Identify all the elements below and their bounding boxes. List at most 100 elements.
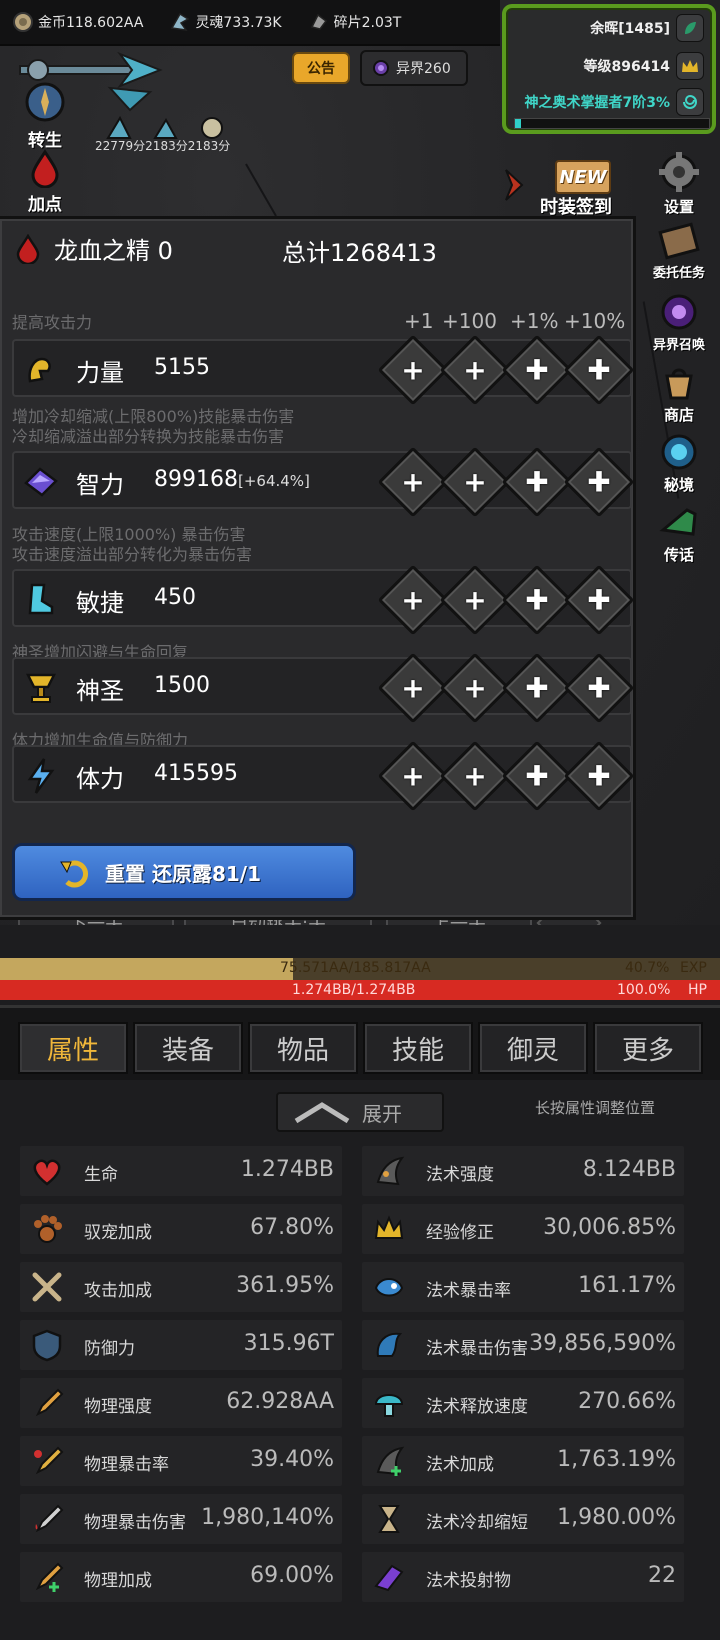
attribute-value: 39,856,590% (529, 1331, 676, 1356)
attribute-row[interactable]: 法术暴击伤害 39,856,590% (362, 1320, 684, 1370)
add-1pct-button[interactable]: ✚ (501, 564, 573, 636)
attribute-row[interactable]: 经验修正 30,006.85% (362, 1204, 684, 1254)
add-1pct-button[interactable]: ✚ (501, 740, 573, 812)
attribute-row[interactable]: 攻击加成 361.95% (20, 1262, 342, 1312)
attribute-name: 驭宠加成 (84, 1223, 152, 1243)
realm-button[interactable]: 异界260 (360, 50, 468, 86)
rebirth-icon (25, 82, 65, 122)
attribute-row[interactable]: 法术释放速度 270.66% (362, 1378, 684, 1428)
tab-more[interactable]: 更多 (593, 1022, 703, 1074)
stat-value: 5155 (154, 355, 210, 380)
tab-spirits[interactable]: 御灵 (478, 1022, 588, 1074)
add-100-button[interactable]: + (439, 564, 511, 636)
add-100-button[interactable]: + (439, 740, 511, 812)
add-10pct-button[interactable]: ✚ (563, 564, 635, 636)
add-1pct-button[interactable]: ✚ (501, 446, 573, 518)
strength-arm-icon (28, 357, 51, 383)
add-1-button[interactable]: + (377, 334, 449, 406)
tab-items[interactable]: 物品 (248, 1022, 358, 1074)
col-plus100: +100 (442, 309, 497, 333)
heart-icon (33, 1159, 61, 1186)
add-100-button[interactable]: + (439, 446, 511, 518)
level-panel[interactable]: 余晖[1485] 等级896414 神之奥术掌握者7阶3% (502, 4, 716, 134)
exp-bar-fill (0, 958, 294, 980)
tab-attributes[interactable]: 属性 (18, 1022, 128, 1074)
tab-skills[interactable]: 技能 (363, 1022, 473, 1074)
add-1-button[interactable]: + (377, 564, 449, 636)
attribute-value: 1.274BB (240, 1157, 334, 1182)
attribute-value: 270.66% (578, 1389, 676, 1414)
add-10pct-button[interactable]: ✚ (563, 740, 635, 812)
commission-button[interactable]: 委托任务 (644, 220, 714, 281)
shield-icon (32, 1329, 62, 1362)
transfer-button[interactable]: 传话 (644, 502, 714, 565)
blue-dragon-icon (376, 1332, 403, 1357)
gear-icon (659, 152, 699, 192)
secret-realm-button[interactable]: 秘境 (644, 432, 714, 495)
attribute-name: 法术加成 (426, 1455, 494, 1475)
sword-icon (35, 1388, 64, 1417)
attribute-row[interactable]: 生命 1.274BB (20, 1146, 342, 1196)
attribute-row[interactable]: 物理暴击伤害 1,980,140% (20, 1494, 342, 1544)
attribute-row[interactable]: 法术强度 8.124BB (362, 1146, 684, 1196)
godskill-row: 神之奥术掌握者7阶3% (524, 88, 704, 116)
attribute-name: 防御力 (84, 1339, 135, 1359)
reset-label: 重置 还原露81/1 (105, 861, 262, 886)
attribute-row[interactable]: 物理加成 69.00% (20, 1552, 342, 1602)
notice-button[interactable]: 公告 (292, 52, 350, 84)
add-100-button[interactable]: + (439, 652, 511, 724)
attribute-row[interactable]: 驭宠加成 67.80% (20, 1204, 342, 1254)
stamina-lightning-icon (27, 758, 55, 794)
reset-button[interactable]: 重置 还原露81/1 (12, 843, 356, 901)
stat-value: 899168[+64.4%] (154, 467, 310, 492)
add-1-button[interactable]: + (377, 740, 449, 812)
stat-row-agility: 敏捷 450 + + ✚ ✚ (12, 564, 635, 636)
stat-value: 450 (154, 585, 196, 610)
attribute-value: 1,980.00% (557, 1505, 676, 1530)
godskill-progress-fill (515, 119, 521, 128)
attribute-name: 法术暴击伤害 (426, 1339, 528, 1359)
attribute-name: 物理暴击率 (84, 1455, 169, 1475)
shop-button[interactable]: 商店 (644, 362, 714, 425)
add-100-button[interactable]: + (439, 334, 511, 406)
add-1-button[interactable]: + (377, 652, 449, 724)
summon-button[interactable]: 异界召唤 (644, 292, 714, 353)
sword-plus-icon (35, 1562, 64, 1592)
attribute-name: 法术强度 (426, 1165, 494, 1185)
attribute-row[interactable]: 法术投射物 22 (362, 1552, 684, 1602)
col-plus1: +1 (404, 309, 434, 333)
stat-value-number: 450 (154, 585, 196, 610)
add-10pct-button[interactable]: ✚ (563, 446, 635, 518)
dragon-blood-icon (16, 233, 40, 264)
attribute-name: 法术冷却缩短 (426, 1513, 528, 1533)
addpoint-button[interactable]: 加点 (10, 148, 80, 215)
expand-button[interactable]: 展开 (276, 1092, 444, 1132)
attribute-value: 69.00% (250, 1563, 334, 1588)
attribute-row[interactable]: 法术暴击率 161.17% (362, 1262, 684, 1312)
afterglow-text: 余晖[1485] (590, 21, 670, 37)
hourglass-icon (378, 1505, 400, 1533)
hp-text: 1.274BB/1.274BB (292, 982, 416, 998)
attribute-row[interactable]: 物理强度 62.928AA (20, 1378, 342, 1428)
attribute-value: 161.17% (578, 1273, 676, 1298)
rebirth-button[interactable]: 转生 (10, 80, 80, 151)
add-1pct-button[interactable]: ✚ (501, 334, 573, 406)
add-1pct-button[interactable]: ✚ (501, 652, 573, 724)
attribute-value: 1,980,140% (201, 1505, 334, 1530)
add-1-button[interactable]: + (377, 446, 449, 518)
attribute-row[interactable]: 物理暴击率 39.40% (20, 1436, 342, 1486)
add-10pct-button[interactable]: ✚ (563, 334, 635, 406)
attribute-name: 物理加成 (84, 1571, 152, 1591)
agility-boot-icon (28, 583, 54, 615)
settings-button[interactable]: 设置 (644, 150, 714, 217)
attribute-row[interactable]: 法术加成 1,763.19% (362, 1436, 684, 1486)
tab-equipment[interactable]: 装备 (133, 1022, 243, 1074)
arrow-right-icon[interactable] (504, 168, 524, 202)
attribute-value: 30,006.85% (543, 1215, 676, 1240)
add-10pct-button[interactable]: ✚ (563, 652, 635, 724)
attribute-row[interactable]: 法术冷却缩短 1,980.00% (362, 1494, 684, 1544)
hp-bar: 1.274BB/1.274BB 100.0% HP (0, 980, 720, 1000)
level-row: 等级896414 (584, 52, 704, 80)
attribute-row[interactable]: 防御力 315.96T (20, 1320, 342, 1370)
stat-value-extra: [+64.4%] (237, 472, 310, 490)
